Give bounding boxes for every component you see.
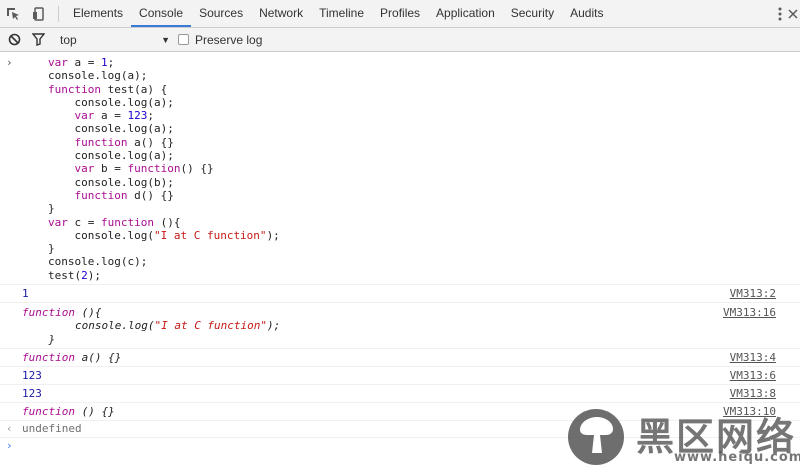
preserve-log-checkbox[interactable] — [178, 34, 189, 45]
code-line: console.log(a); — [48, 149, 174, 163]
output-value: 123 — [22, 386, 42, 400]
source-link[interactable]: VM313:16 — [723, 306, 776, 319]
tab-network[interactable]: Network — [251, 0, 311, 27]
code-line: function d() {} — [74, 188, 174, 202]
watermark: 黑区网络 www.heiqu.com — [566, 404, 800, 469]
source-link[interactable]: VM313:4 — [730, 349, 776, 366]
tab-audits[interactable]: Audits — [562, 0, 611, 27]
result-value: undefined — [22, 421, 82, 435]
console-output-message: function a() {} VM313:4 — [0, 349, 800, 367]
code-line: var b = function() {} — [74, 162, 214, 176]
output-value: 123 — [22, 368, 42, 382]
output-value: function () {} — [22, 404, 115, 418]
device-toggle-icon[interactable] — [26, 0, 52, 27]
console-input-message: › var a = 1; console.log(a); function te… — [0, 53, 800, 286]
tab-application[interactable]: Application — [428, 0, 503, 27]
tab-elements[interactable]: Elements — [65, 0, 131, 27]
code-line: console.log(a); — [48, 95, 174, 109]
inspect-icon[interactable] — [0, 0, 26, 27]
toolbar-divider — [58, 6, 59, 22]
input-chevron-icon: › — [6, 56, 13, 69]
code-line: console.log(b); — [48, 175, 174, 189]
code-line: function a() {} — [74, 135, 174, 149]
source-link[interactable]: VM313:8 — [730, 385, 776, 402]
code-line: } — [48, 242, 55, 256]
tab-security[interactable]: Security — [503, 0, 562, 27]
code-line: function test(a) { — [48, 82, 168, 96]
clear-console-icon[interactable] — [2, 28, 26, 51]
result-arrow-icon: ‹ — [6, 421, 13, 435]
output-value: 1 — [22, 287, 29, 301]
code-line: var a = 1; — [48, 56, 115, 69]
code-line: console.log(a); — [48, 122, 174, 136]
output-value: function a() {} — [22, 350, 122, 364]
code-line: test(2); — [48, 268, 101, 282]
context-label: top — [60, 32, 77, 47]
devtools-tabbar: Elements Console Sources Network Timelin… — [0, 0, 800, 28]
code-line: var a = 123; — [74, 109, 155, 123]
code-line: console.log(a); — [48, 69, 148, 83]
close-icon[interactable] — [788, 0, 798, 27]
tab-profiles[interactable]: Profiles — [372, 0, 428, 27]
prompt-chevron-icon: › — [6, 438, 13, 452]
context-selector[interactable]: top ▼ — [60, 33, 170, 47]
filter-icon[interactable] — [26, 28, 50, 51]
source-link[interactable]: VM313:6 — [730, 367, 776, 384]
code-line: var c = function (){ — [48, 215, 181, 229]
code-line: console.log("I at C function"); — [48, 228, 280, 242]
console-output-message: 123 VM313:6 — [0, 367, 800, 385]
chevron-down-icon: ▼ — [161, 34, 170, 45]
tab-sources[interactable]: Sources — [191, 0, 251, 27]
tab-timeline[interactable]: Timeline — [311, 0, 372, 27]
source-link[interactable]: VM313:2 — [730, 285, 776, 302]
tab-console[interactable]: Console — [131, 0, 192, 27]
code-line: } — [48, 202, 55, 216]
output-line: function (){ — [22, 306, 102, 320]
console-output-message: 1 VM313:2 — [0, 285, 800, 304]
console-filterbar: top ▼ Preserve log — [0, 28, 800, 52]
watermark-url: www.heiqu.com — [674, 450, 800, 465]
more-menu-icon[interactable] — [778, 0, 782, 27]
console-output-message: function (){ console.log("I at C functio… — [0, 303, 800, 349]
preserve-log-label: Preserve log — [195, 32, 263, 47]
code-line: console.log(c); — [48, 255, 148, 269]
console-output-message: 123 VM313:8 — [0, 385, 800, 403]
output-line: console.log("I at C function"); — [22, 319, 281, 333]
output-line: } — [22, 332, 56, 346]
